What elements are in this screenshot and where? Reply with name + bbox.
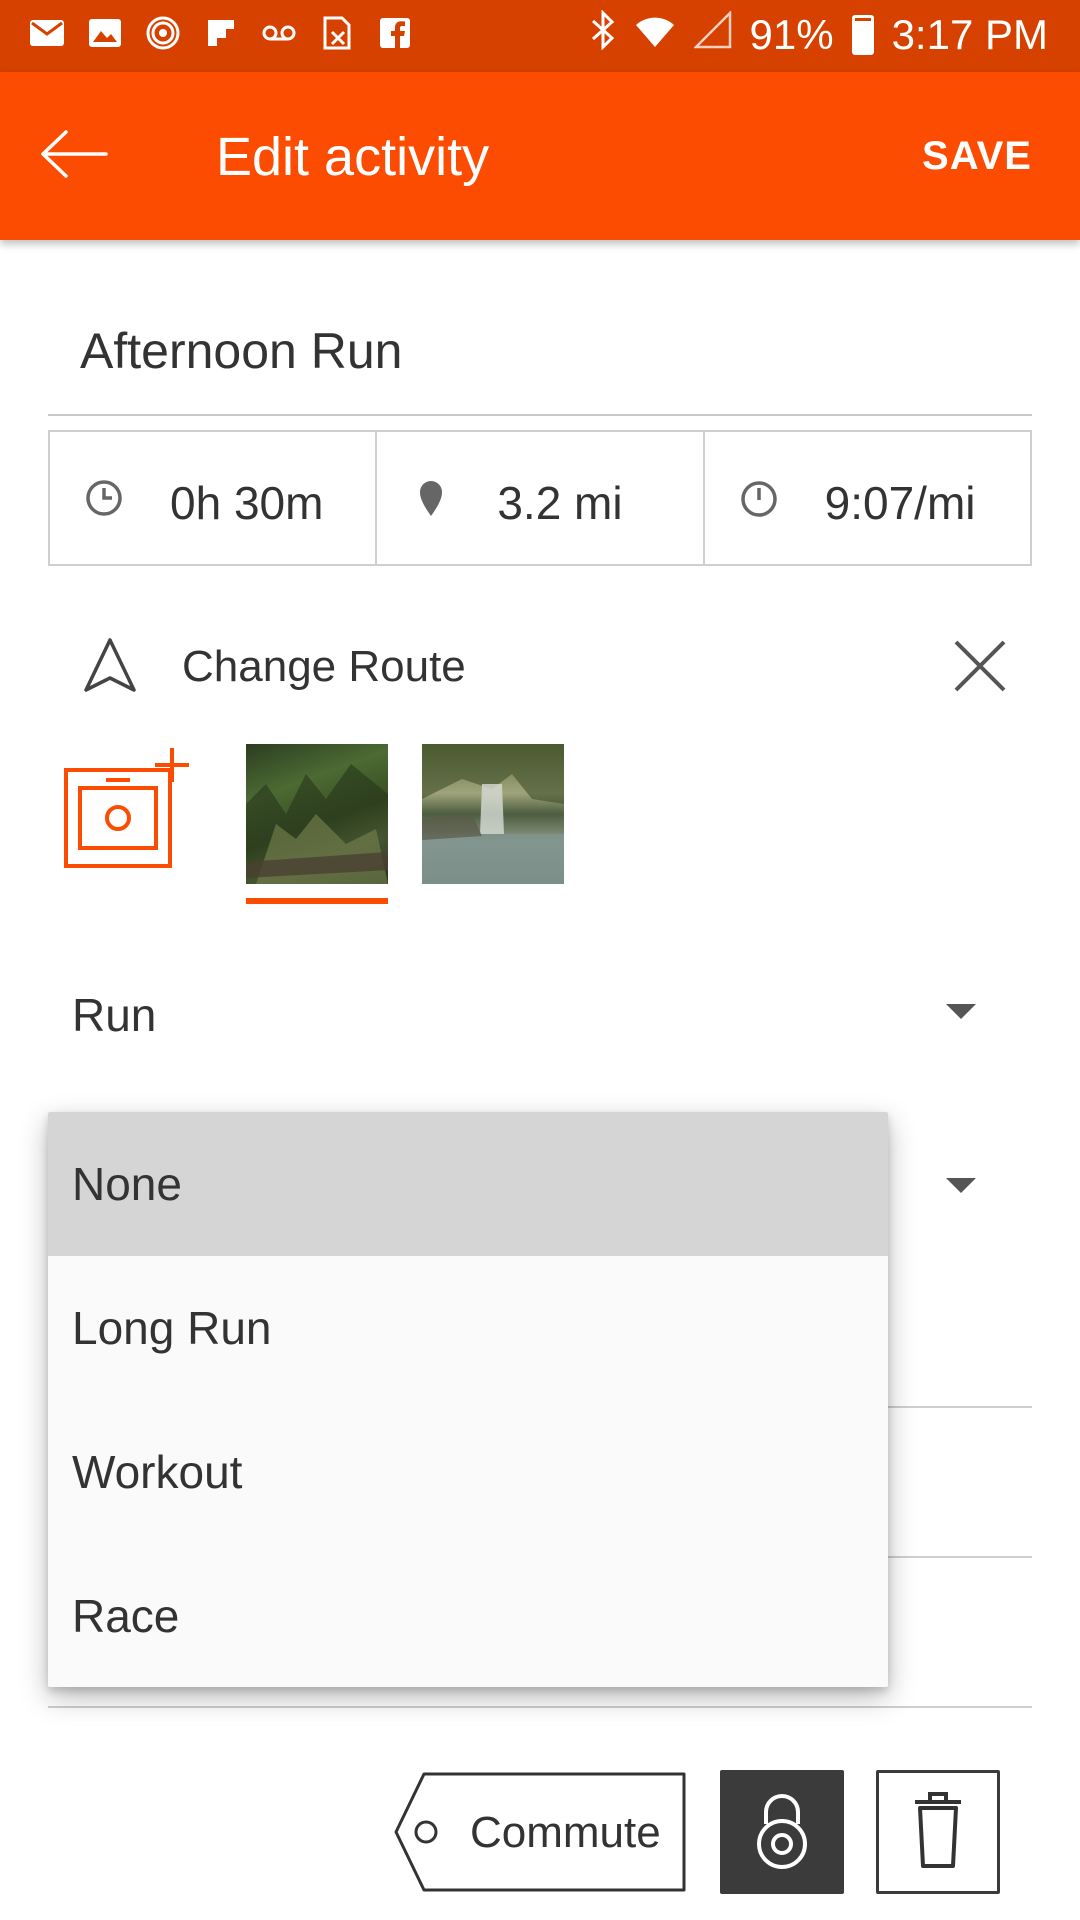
dropdown-option-long-run[interactable]: Long Run	[48, 1256, 888, 1400]
duration-value: 0h 30m	[170, 477, 324, 529]
change-route-label: Change Route	[182, 642, 466, 691]
commute-label: Commute	[470, 1808, 661, 1857]
activity-photo-1[interactable]	[246, 744, 388, 884]
dropdown-option-race[interactable]: Race	[48, 1544, 888, 1687]
bluetooth-icon	[590, 9, 616, 60]
clock-time: 3:17 PM	[891, 11, 1048, 58]
trash-icon	[913, 1790, 963, 1875]
wifi-icon	[634, 11, 676, 59]
privacy-lock-button[interactable]	[720, 1770, 844, 1894]
tag-icon	[394, 1772, 686, 1896]
activity-name-input[interactable]: Afternoon Run	[80, 322, 402, 380]
photo-selected-indicator	[246, 898, 388, 904]
location-pin-icon	[411, 478, 451, 518]
chevron-down-icon[interactable]	[946, 1004, 976, 1019]
signal-icon	[692, 9, 732, 59]
arrow-back-icon	[40, 129, 110, 184]
stat-duration[interactable]: 0h 30m	[50, 432, 375, 564]
status-bar: 91% 3:17 PM	[0, 0, 1080, 72]
sport-type-select[interactable]: Run	[72, 988, 156, 1042]
workout-type-dropdown: None Long Run Workout Race	[48, 1112, 888, 1687]
change-route-row[interactable]: Change Route	[80, 636, 1010, 696]
stats-panel: 0h 30m 3.2 mi 9:07/mi	[48, 430, 1032, 566]
voicemail-icon	[260, 14, 298, 52]
navigation-icon	[80, 636, 140, 696]
sim-icon	[318, 14, 356, 52]
stat-distance[interactable]: 3.2 mi	[375, 432, 702, 564]
stat-pace[interactable]: 9:07/mi	[702, 432, 1030, 564]
distance-value: 3.2 mi	[497, 477, 623, 529]
clock-icon	[84, 478, 124, 518]
app-bar: Edit activity SAVE	[0, 72, 1080, 240]
divider	[48, 1706, 1032, 1708]
facebook-icon	[376, 14, 414, 52]
chevron-down-icon[interactable]	[946, 1178, 976, 1193]
flipboard-icon	[202, 14, 240, 52]
add-photo-icon	[62, 748, 192, 874]
dropdown-option-none[interactable]: None	[48, 1112, 888, 1256]
pace-icon	[739, 478, 779, 518]
system-icons: 91% 3:17 PM	[590, 9, 1048, 60]
activity-photo-2[interactable]	[422, 744, 564, 884]
lock-icon	[752, 1790, 812, 1875]
notification-icons	[28, 14, 414, 52]
save-button[interactable]: SAVE	[922, 134, 1032, 179]
page-title: Edit activity	[216, 127, 490, 187]
pace-value: 9:07/mi	[824, 477, 976, 529]
mail-icon	[28, 14, 66, 52]
delete-button[interactable]	[876, 1770, 1000, 1894]
battery-icon	[851, 15, 874, 55]
battery-percent: 91%	[749, 11, 834, 58]
hotspot-icon	[144, 14, 182, 52]
close-icon[interactable]	[950, 636, 1010, 696]
dropdown-option-workout[interactable]: Workout	[48, 1400, 888, 1544]
add-photo-button[interactable]	[62, 746, 192, 870]
back-button[interactable]	[40, 116, 130, 196]
name-underline	[48, 414, 1032, 416]
image-icon	[86, 14, 124, 52]
